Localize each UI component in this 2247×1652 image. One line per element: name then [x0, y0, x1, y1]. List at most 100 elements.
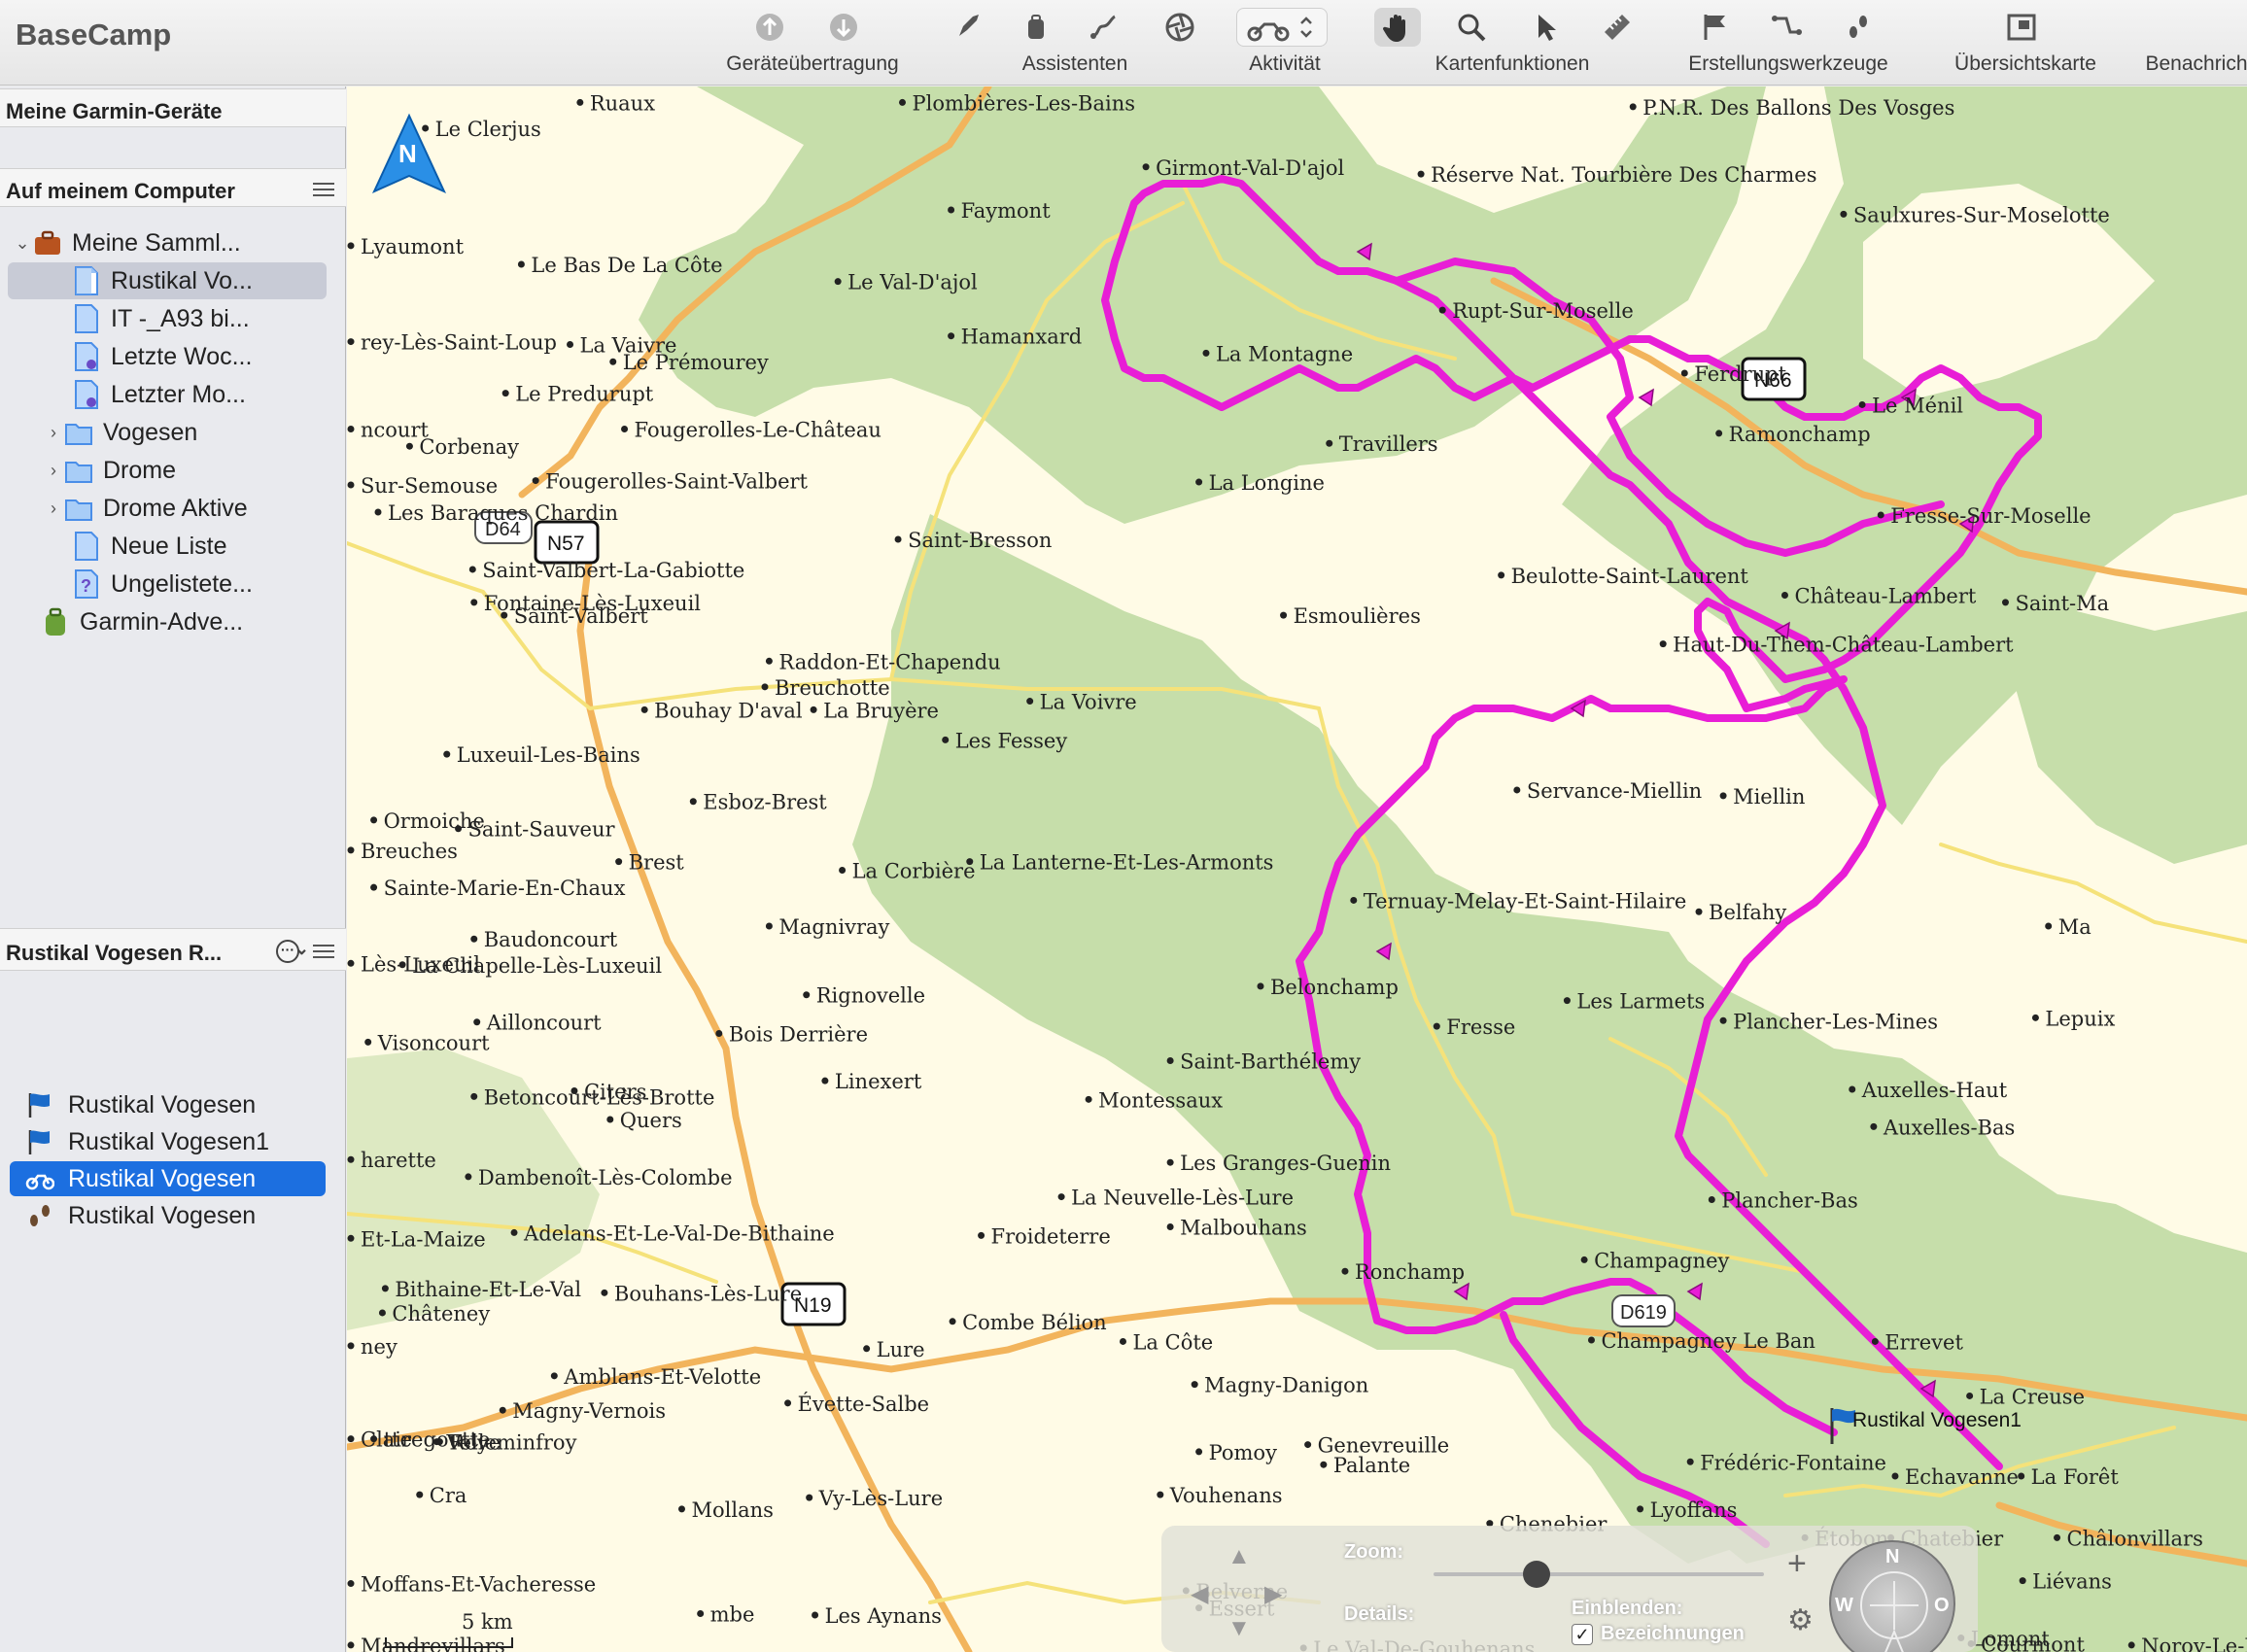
list-item-track[interactable]: Rustikal Vogesen	[10, 1198, 326, 1233]
ruler-icon[interactable]	[1594, 8, 1641, 47]
town-dot	[347, 338, 355, 346]
tree-item-rustikal[interactable]: Rustikal Vo...	[8, 262, 327, 299]
sidebar: Meine Garmin-Geräte Auf meinem Computer …	[0, 86, 346, 1652]
town-dot	[1202, 349, 1210, 357]
pan-right-icon[interactable]: ▶	[1264, 1580, 1282, 1608]
place-label: Magny-Vernois	[512, 1399, 666, 1423]
pan-down-icon[interactable]: ▼	[1227, 1615, 1251, 1642]
names-toggle[interactable]: ✓ Bezeichnungen	[1572, 1623, 1745, 1645]
folder-icon	[65, 462, 92, 483]
menu-icon[interactable]	[313, 183, 334, 196]
place-label: Beulotte-Saint-Laurent	[1511, 565, 1749, 588]
map-view[interactable]: N66 N57 D64 N19 D619 Le Clerjus Ruaux Plom…	[347, 86, 2247, 1652]
receive-icon[interactable]	[746, 8, 793, 47]
tree-item-last-month[interactable]: Letzter Mo...	[72, 376, 246, 413]
zoom-slider-thumb[interactable]	[1523, 1561, 1550, 1588]
town-dot	[465, 1173, 472, 1181]
chevron-right-icon[interactable]: ›	[43, 461, 64, 481]
list-item-route[interactable]: Rustikal Vogesen	[10, 1161, 326, 1196]
pan-left-icon[interactable]: ◀	[1191, 1580, 1208, 1608]
place-label: Girmont-Val-D'ajol	[1156, 156, 1344, 180]
town-dot	[1304, 1441, 1312, 1449]
chevron-down-icon[interactable]: ⌄	[12, 233, 33, 254]
town-dot	[1417, 170, 1425, 178]
tree-item-collection[interactable]: ⌄ Meine Samml...	[12, 224, 240, 261]
place-label: Belfahy	[1709, 901, 1786, 924]
town-dot	[1695, 908, 1703, 915]
toolbar-label-map-functions: Kartenfunktionen	[1435, 52, 1590, 75]
pan-control[interactable]: ▲ ◀ ▶ ▼	[1191, 1543, 1284, 1641]
place-label: Ma	[2058, 915, 2091, 939]
place-label: Courmont	[1981, 1633, 2085, 1652]
place-label: Belonchamp	[1270, 976, 1399, 999]
place-label: Saint-Barthélemy	[1180, 1050, 1361, 1074]
menu-icon[interactable]	[313, 945, 334, 958]
magnifier-icon[interactable]	[1448, 8, 1495, 47]
pan-up-icon[interactable]: ▲	[1227, 1543, 1251, 1570]
tree-item-last-week[interactable]: Letzte Woc...	[72, 338, 252, 375]
place-label: Le Prémourey	[623, 351, 769, 374]
compass-control[interactable]: N W O	[1829, 1540, 1955, 1652]
place-label: Saint-Sauveur	[468, 818, 616, 842]
place-label: Faymont	[961, 199, 1052, 223]
aperture-icon[interactable]	[1157, 8, 1203, 47]
place-label: Saulxures-Sur-Moselotte	[1853, 203, 2110, 226]
town-dot	[1326, 439, 1333, 447]
zoom-slider[interactable]	[1434, 1561, 1764, 1588]
town-dot	[1166, 1223, 1174, 1231]
smart-list-icon	[75, 342, 98, 371]
names-checkbox[interactable]: ✓	[1572, 1623, 1593, 1645]
place-label: Rignovelle	[816, 984, 925, 1008]
settings-gear-icon[interactable]: ⚙	[1787, 1603, 1814, 1637]
list-item-waypoint[interactable]: Rustikal Vogesen1	[10, 1124, 326, 1159]
motorcycle-icon	[1247, 22, 1290, 42]
toolbar-label-notifications: Benachrich	[2145, 52, 2247, 75]
smart-list-icon	[75, 380, 98, 409]
town-dot	[501, 390, 509, 397]
zoom-in-button[interactable]: +	[1787, 1545, 1807, 1583]
send-icon[interactable]	[820, 8, 867, 47]
town-dot	[347, 1641, 355, 1649]
pointer-icon[interactable]	[1522, 8, 1569, 47]
tree-item-neue-liste[interactable]: Neue Liste	[72, 528, 227, 565]
rocket-icon[interactable]	[945, 8, 991, 47]
tree-item-unlisted[interactable]: ? Ungelistete...	[72, 566, 253, 602]
backpack-icon[interactable]	[1013, 8, 1059, 47]
chevron-down-icon[interactable]: ⌄	[294, 939, 309, 959]
place-label: Et-La-Maize	[361, 1227, 486, 1251]
tree-item-vogesen[interactable]: › Vogesen	[43, 414, 197, 451]
route-icon[interactable]	[1081, 8, 1127, 47]
activity-select[interactable]	[1236, 8, 1328, 47]
place-label: Les Granges-Guenin	[1180, 1152, 1391, 1175]
list-item-waypoint[interactable]: Rustikal Vogesen	[10, 1087, 326, 1122]
town-dot	[347, 1155, 355, 1163]
town-dot	[1870, 1122, 1878, 1130]
town-dot	[378, 1309, 386, 1317]
place-label: La Montagne	[1216, 342, 1353, 365]
map-canvas[interactable]: N66 N57 D64 N19 D619 Le ClerjusRuaux Plom…	[347, 86, 2247, 1652]
place-label: tte	[384, 1428, 412, 1452]
motorcycle-route-icon	[25, 1174, 54, 1190]
town-dot	[416, 1491, 424, 1498]
overview-map-icon[interactable]	[1998, 8, 2045, 47]
town-dot	[1563, 997, 1571, 1005]
chevron-right-icon[interactable]: ›	[43, 499, 64, 519]
place-label: Breuchotte	[775, 676, 890, 700]
list-item-label: Rustikal Vogesen	[68, 1201, 257, 1229]
town-dot	[1057, 1193, 1065, 1201]
tree-item-drome-aktive[interactable]: › Drome Aktive	[43, 490, 248, 527]
devices-header: Meine Garmin-Geräte	[0, 88, 346, 127]
place-label: Le Ménil	[1872, 394, 1963, 417]
tree-item-adventures[interactable]: Garmin-Adve...	[41, 603, 243, 640]
town-dot	[1191, 1381, 1198, 1389]
tree-item-drome[interactable]: › Drome	[43, 452, 176, 489]
route-tool-icon[interactable]	[1763, 8, 1810, 47]
town-dot	[510, 1228, 518, 1236]
track-tool-icon[interactable]	[1835, 8, 1882, 47]
place-label: La Neuvelle-Lès-Lure	[1071, 1187, 1294, 1210]
hand-icon[interactable]	[1374, 8, 1421, 47]
tree-item-it-a93[interactable]: IT -_A93 bi...	[72, 300, 250, 337]
chevron-right-icon[interactable]: ›	[43, 423, 64, 443]
tree-item-label: Drome	[103, 456, 177, 484]
flag-icon[interactable]	[1691, 8, 1738, 47]
